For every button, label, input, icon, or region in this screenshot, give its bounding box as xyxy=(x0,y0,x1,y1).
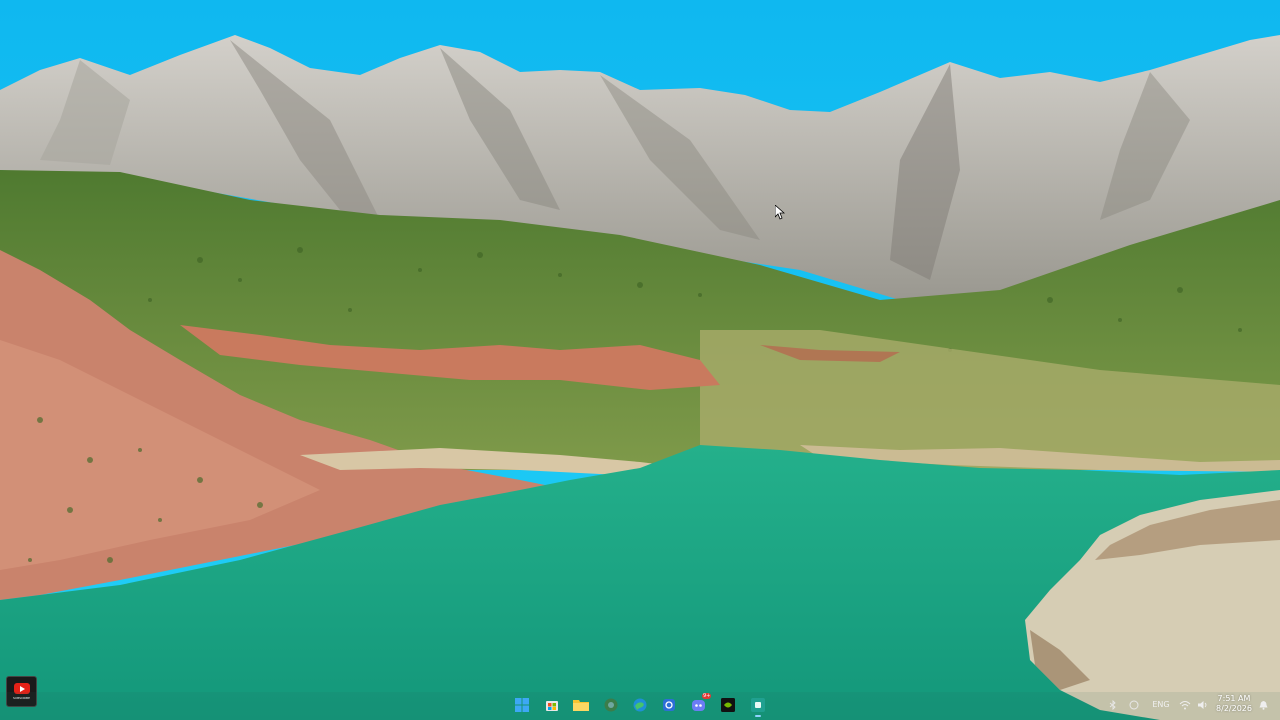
discord-notification-badge: 9+ xyxy=(702,693,712,699)
discord-icon xyxy=(692,700,705,711)
chrome-button[interactable] xyxy=(600,695,622,715)
start-icon xyxy=(515,698,529,712)
start-button[interactable] xyxy=(511,695,533,715)
clock-time: 7:51 AM xyxy=(1217,694,1251,703)
volume-icon[interactable] xyxy=(1196,700,1210,710)
settings-icon xyxy=(663,699,675,711)
tray-app-icon[interactable] xyxy=(1128,700,1140,710)
app-icon xyxy=(751,698,765,712)
nvidia-button[interactable] xyxy=(717,695,739,715)
edge-icon xyxy=(633,698,647,712)
edge-button[interactable] xyxy=(629,695,651,715)
desktop[interactable]: SUBSCRIBE 9+ ENG 7:51 AM 8/2/2026 xyxy=(0,0,1280,720)
bluetooth-icon[interactable] xyxy=(1107,700,1119,710)
notification-icon[interactable] xyxy=(1257,700,1269,710)
nvidia-icon xyxy=(721,698,735,712)
discord-button[interactable]: 9+ xyxy=(688,693,712,715)
store-icon xyxy=(546,701,558,711)
file-explorer-button[interactable] xyxy=(570,695,592,715)
wifi-icon[interactable] xyxy=(1178,700,1192,710)
store-button[interactable] xyxy=(541,695,563,715)
mouse-cursor-icon xyxy=(774,204,786,224)
language-indicator[interactable]: ENG xyxy=(1150,700,1172,709)
file-explorer-icon xyxy=(573,700,589,711)
chrome-icon xyxy=(604,698,618,712)
clock-date: 8/2/2026 xyxy=(1216,704,1252,713)
settings-button[interactable] xyxy=(658,695,680,715)
clock[interactable]: 7:51 AM 8/2/2026 xyxy=(1214,694,1254,718)
recording-app-button[interactable] xyxy=(747,695,769,717)
wallpaper-landscape xyxy=(0,0,1280,720)
